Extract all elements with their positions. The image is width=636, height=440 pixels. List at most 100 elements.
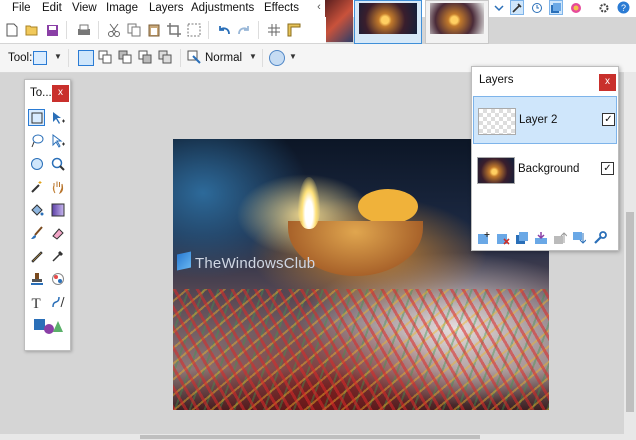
svg-text:T: T — [31, 296, 40, 309]
clone-stamp-tool[interactable] — [28, 270, 45, 287]
toolbar-divider — [66, 21, 67, 39]
layer-visibility-checkbox[interactable]: ✓ — [601, 162, 614, 175]
menu-edit[interactable]: Edit — [42, 1, 62, 15]
redo-icon[interactable] — [236, 22, 252, 38]
deselect-icon[interactable] — [186, 22, 202, 38]
colors-toggle-icon[interactable] — [569, 0, 583, 15]
toolbar-divider — [208, 21, 209, 39]
copy-icon[interactable] — [126, 22, 142, 38]
toolbar-divider — [180, 49, 181, 67]
selection-mode-replace-button[interactable] — [78, 50, 94, 66]
menu-adjustments[interactable]: Adjustments — [191, 1, 254, 15]
tool-label: Tool: — [8, 52, 33, 64]
tabs-scroll-left-button[interactable]: ‹ — [313, 0, 325, 17]
history-icon[interactable] — [530, 0, 544, 15]
chevron-down-icon[interactable]: ▼ — [249, 52, 257, 61]
vertical-scrollbar-thumb[interactable] — [626, 212, 634, 412]
tools-toggle-icon[interactable] — [510, 0, 524, 15]
menu-file[interactable]: File — [12, 1, 31, 15]
zoom-tool[interactable] — [49, 155, 66, 172]
menu-view[interactable]: View — [72, 1, 97, 15]
magic-wand-tool[interactable] — [28, 178, 45, 195]
image-tab-thumbnail — [359, 3, 417, 34]
tabs-dropdown-icon[interactable] — [492, 0, 506, 15]
horizontal-scrollbar-thumb[interactable] — [140, 435, 480, 439]
layer-properties-icon[interactable] — [592, 230, 608, 246]
eraser-tool[interactable] — [49, 224, 66, 241]
grid-icon[interactable] — [266, 22, 282, 38]
layer-name: Layer 2 — [519, 114, 558, 126]
watermark-text: TheWindowsClub — [195, 255, 316, 272]
move-layer-up-icon[interactable] — [552, 230, 568, 246]
open-icon[interactable] — [24, 22, 40, 38]
cut-icon[interactable] — [106, 22, 122, 38]
tools-window-titlebar[interactable]: To... x — [25, 80, 70, 107]
settings-icon[interactable] — [597, 0, 611, 15]
chevron-down-icon[interactable]: ▼ — [54, 52, 62, 61]
new-icon[interactable] — [4, 22, 20, 38]
ellipse-select-tool[interactable] — [28, 155, 45, 172]
tools-window-title: To... — [30, 87, 52, 99]
move-selected-tool[interactable] — [49, 109, 66, 126]
delete-layer-icon[interactable] — [495, 230, 511, 246]
toolbar-divider — [258, 21, 259, 39]
chevron-down-icon[interactable]: ▼ — [289, 52, 297, 61]
layer-thumbnail — [477, 157, 515, 184]
layer-visibility-checkbox[interactable]: ✓ — [602, 113, 615, 126]
selection-mode-xor-button[interactable] — [158, 50, 172, 64]
selection-mode-intersect-button[interactable] — [138, 50, 152, 64]
image-tab-active[interactable] — [354, 0, 422, 44]
horizontal-scrollbar[interactable] — [0, 434, 624, 440]
add-layer-icon[interactable] — [476, 230, 492, 246]
paintbrush-tool[interactable] — [28, 224, 45, 241]
save-icon[interactable] — [44, 22, 60, 38]
selection-mode-union-button[interactable] — [98, 50, 112, 64]
paste-icon[interactable] — [146, 22, 162, 38]
merge-layer-down-icon[interactable] — [533, 230, 549, 246]
layers-close-button[interactable]: x — [599, 74, 616, 91]
shapes-tool[interactable] — [28, 317, 66, 334]
image-tab-partial[interactable] — [325, 0, 353, 42]
crop-icon[interactable] — [166, 22, 182, 38]
help-icon[interactable]: ? — [616, 0, 630, 15]
layer-thumbnail — [478, 108, 516, 135]
move-layer-down-icon[interactable] — [571, 230, 587, 246]
vertical-scrollbar[interactable] — [624, 72, 636, 440]
toolbar-divider — [68, 49, 69, 67]
svg-text:?: ? — [621, 3, 626, 13]
layer-row[interactable]: Background ✓ — [473, 146, 617, 194]
layers-window: Layers x Layer 2 ✓ Background ✓ — [471, 66, 619, 251]
duplicate-layer-icon[interactable] — [514, 230, 530, 246]
ruler-icon[interactable] — [286, 22, 302, 38]
layer-row[interactable]: Layer 2 ✓ — [473, 96, 617, 144]
layers-toggle-icon[interactable] — [549, 0, 563, 15]
selection-mode-exclude-button[interactable] — [118, 50, 132, 64]
undo-icon[interactable] — [216, 22, 232, 38]
move-selection-tool[interactable] — [49, 132, 66, 149]
watermark-logo-icon — [177, 251, 191, 271]
text-tool[interactable]: T — [28, 293, 45, 310]
image-tab-thumbnail — [430, 3, 484, 34]
pan-tool[interactable] — [49, 178, 66, 195]
line-curve-tool[interactable] — [49, 293, 66, 310]
antialiasing-button[interactable] — [269, 50, 285, 66]
recolor-tool[interactable] — [49, 270, 66, 287]
pencil-tool[interactable] — [28, 247, 45, 264]
color-picker-tool[interactable] — [49, 247, 66, 264]
paint-bucket-tool[interactable] — [28, 201, 45, 218]
image-flame — [298, 177, 320, 229]
blend-mode-select[interactable]: Normal — [205, 52, 242, 64]
toolbar-divider — [98, 21, 99, 39]
menu-image[interactable]: Image — [106, 1, 138, 15]
menu-layers[interactable]: Layers — [149, 1, 184, 15]
tools-close-button[interactable]: x — [52, 85, 69, 102]
current-tool-icon[interactable] — [33, 51, 47, 65]
image-threads — [173, 289, 549, 410]
print-icon[interactable] — [76, 22, 92, 38]
gradient-tool[interactable] — [49, 201, 66, 218]
image-tab-2[interactable] — [425, 0, 489, 44]
lasso-select-tool[interactable] — [28, 132, 45, 149]
layers-window-title: Layers — [479, 74, 514, 86]
rectangle-select-tool[interactable] — [28, 109, 45, 126]
menu-effects[interactable]: Effects — [264, 1, 299, 15]
